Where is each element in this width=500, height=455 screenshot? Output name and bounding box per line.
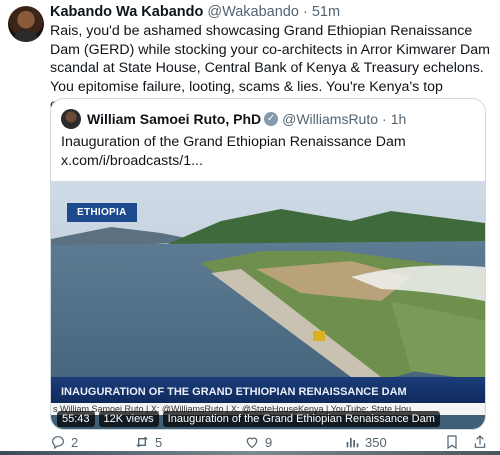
share-button[interactable] — [472, 434, 488, 450]
verified-badge-icon: ✓ — [264, 112, 279, 126]
repost-button[interactable]: 5 — [134, 434, 162, 450]
tweet[interactable]: Kabando Wa Kabando @Wakabando · 51m Rais… — [0, 0, 500, 455]
views-count: 350 — [365, 434, 387, 450]
bookmark-button[interactable] — [444, 434, 460, 450]
video-overlay: 55:43 12K views Inauguration of the Gran… — [57, 411, 440, 427]
reply-icon — [52, 436, 64, 450]
video-caption: Inauguration of the Grand Ethiopian Rena… — [162, 411, 440, 427]
quoted-handle[interactable]: @WilliamsRuto — [282, 111, 378, 127]
quoted-link[interactable]: x.com/i/broadcasts/1... — [61, 152, 471, 171]
repost-count: 5 — [155, 434, 163, 450]
country-tag: ETHIOPIA — [67, 203, 137, 222]
bottom-edge — [0, 451, 500, 455]
broadcast-banner: INAUGURATION OF THE GRAND ETHIOPIAN RENA… — [51, 377, 485, 403]
bookmark-icon — [447, 435, 457, 450]
header-separator: · — [302, 4, 308, 20]
like-button[interactable]: 9 — [244, 434, 272, 450]
quoted-author-name[interactable]: William Samoei Ruto, PhD — [87, 111, 261, 127]
video-views: 12K views — [98, 411, 159, 427]
quoted-avatar[interactable] — [61, 109, 81, 129]
repost-icon — [136, 436, 148, 448]
share-icon — [474, 435, 486, 448]
quoted-time: 1h — [390, 111, 407, 127]
views-chart-icon — [346, 438, 359, 448]
author-handle[interactable]: @Wakabando — [207, 4, 299, 20]
tweet-header: Kabando Wa Kabando @Wakabando · 51m — [50, 4, 340, 20]
quoted-text: Inauguration of the Grand Ethiopian Rena… — [61, 133, 471, 170]
author-name[interactable]: Kabando Wa Kabando — [50, 4, 203, 20]
video-player[interactable]: ETHIOPIA INAUGURATION OF THE GRAND ETHIO… — [51, 181, 485, 429]
quoted-header: William Samoei Ruto, PhD ✓ @WilliamsRuto… — [61, 109, 406, 129]
reply-button[interactable]: 2 — [50, 434, 78, 450]
heart-icon — [246, 437, 258, 449]
author-avatar[interactable] — [8, 6, 44, 42]
tweet-time[interactable]: 51m — [312, 4, 340, 20]
quoted-tweet[interactable]: William Samoei Ruto, PhD ✓ @WilliamsRuto… — [50, 98, 486, 430]
quoted-separator: · — [382, 111, 387, 127]
like-count: 9 — [265, 434, 273, 450]
video-duration: 55:43 — [57, 411, 95, 427]
reply-count: 2 — [71, 434, 79, 450]
quoted-text-line1: Inauguration of the Grand Ethiopian Rena… — [61, 134, 406, 150]
views-button[interactable]: 350 — [344, 434, 387, 450]
